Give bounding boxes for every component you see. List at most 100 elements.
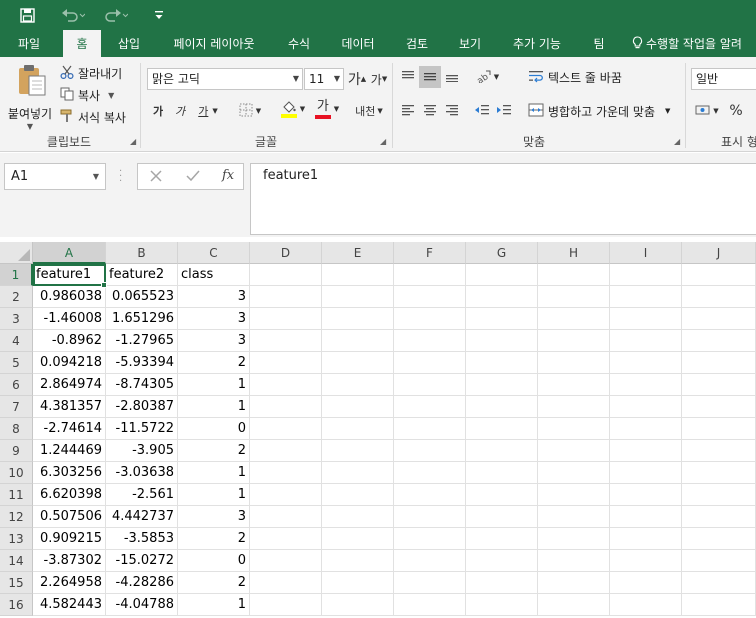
cell-a5[interactable]: 0.094218 [33, 352, 106, 374]
cancel-icon[interactable] [149, 169, 163, 186]
cell-b12[interactable]: 4.442737 [106, 506, 178, 528]
cell-h15[interactable] [538, 572, 610, 594]
align-top-button[interactable] [398, 66, 418, 88]
cell-j14[interactable] [682, 550, 756, 572]
cell-i15[interactable] [610, 572, 682, 594]
cell-d11[interactable] [250, 484, 322, 506]
tab-data[interactable]: 데이터 [330, 30, 386, 57]
cell-a2[interactable]: 0.986038 [33, 286, 106, 308]
cell-a13[interactable]: 0.909215 [33, 528, 106, 550]
phonetic-button[interactable]: 내천 ▼ [353, 100, 385, 122]
column-header-a[interactable]: A [33, 242, 106, 264]
cell-a15[interactable]: 2.264958 [33, 572, 106, 594]
cell-h4[interactable] [538, 330, 610, 352]
cell-i3[interactable] [610, 308, 682, 330]
cell-i5[interactable] [610, 352, 682, 374]
cell-b13[interactable]: -3.5853 [106, 528, 178, 550]
cell-a16[interactable]: 4.582443 [33, 594, 106, 616]
cell-g9[interactable] [466, 440, 538, 462]
row-header[interactable]: 5 [0, 352, 33, 374]
cell-e3[interactable] [322, 308, 394, 330]
paste-button[interactable]: 붙여넣기 ▼ [5, 63, 55, 131]
cell-b11[interactable]: -2.561 [106, 484, 178, 506]
cell-d6[interactable] [250, 374, 322, 396]
font-size-select[interactable]: 11 ▼ [304, 68, 344, 90]
row-header[interactable]: 11 [0, 484, 33, 506]
undo-icon[interactable] [60, 5, 86, 25]
cell-c11[interactable]: 1 [178, 484, 250, 506]
cell-d1[interactable] [250, 264, 322, 286]
cell-b15[interactable]: -4.28286 [106, 572, 178, 594]
cell-h9[interactable] [538, 440, 610, 462]
cell-i8[interactable] [610, 418, 682, 440]
cell-i11[interactable] [610, 484, 682, 506]
fill-color-button[interactable]: ▼ [278, 98, 308, 120]
cell-g13[interactable] [466, 528, 538, 550]
cell-j13[interactable] [682, 528, 756, 550]
cell-d9[interactable] [250, 440, 322, 462]
bold-button[interactable]: 가 [149, 100, 167, 122]
dialog-launcher-icon[interactable]: ◢ [130, 137, 140, 147]
cell-h13[interactable] [538, 528, 610, 550]
cell-c7[interactable]: 1 [178, 396, 250, 418]
cell-a3[interactable]: -1.46008 [33, 308, 106, 330]
column-header-i[interactable]: I [610, 242, 682, 264]
format-painter-button[interactable]: 서식 복사 [60, 107, 126, 127]
row-header[interactable]: 8 [0, 418, 33, 440]
italic-button[interactable]: 가 [171, 100, 189, 122]
enter-icon[interactable] [185, 169, 201, 186]
column-header-j[interactable]: J [682, 242, 756, 264]
cell-c13[interactable]: 2 [178, 528, 250, 550]
cell-g10[interactable] [466, 462, 538, 484]
cell-j8[interactable] [682, 418, 756, 440]
accounting-format-button[interactable]: ▼ [692, 100, 722, 122]
cell-c1[interactable]: class [178, 264, 250, 286]
cell-f9[interactable] [394, 440, 466, 462]
cell-d15[interactable] [250, 572, 322, 594]
tab-team[interactable]: 팀 [582, 30, 616, 57]
row-header[interactable]: 13 [0, 528, 33, 550]
tab-formulas[interactable]: 수식 [276, 30, 322, 57]
row-header[interactable]: 10 [0, 462, 33, 484]
cell-g14[interactable] [466, 550, 538, 572]
cell-i13[interactable] [610, 528, 682, 550]
cell-h16[interactable] [538, 594, 610, 616]
shrink-font-button[interactable]: 가 ▼ [370, 68, 388, 90]
cell-f6[interactable] [394, 374, 466, 396]
cell-f4[interactable] [394, 330, 466, 352]
decrease-indent-button[interactable] [472, 100, 492, 122]
merge-center-button[interactable]: 병합하고 가운데 맞춤 ▼ [528, 100, 670, 122]
underline-button[interactable]: 가 ▼ [193, 100, 223, 122]
cut-button[interactable]: 잘라내기 [60, 63, 122, 83]
cell-b14[interactable]: -15.0272 [106, 550, 178, 572]
cell-e7[interactable] [322, 396, 394, 418]
grow-font-button[interactable]: 가 ▲ [348, 68, 366, 90]
cell-g12[interactable] [466, 506, 538, 528]
cell-f8[interactable] [394, 418, 466, 440]
borders-button[interactable]: ▼ [233, 100, 267, 122]
cell-d2[interactable] [250, 286, 322, 308]
cell-b4[interactable]: -1.27965 [106, 330, 178, 352]
cell-f13[interactable] [394, 528, 466, 550]
cell-c5[interactable]: 2 [178, 352, 250, 374]
cell-g7[interactable] [466, 396, 538, 418]
cell-e8[interactable] [322, 418, 394, 440]
cell-e10[interactable] [322, 462, 394, 484]
row-header[interactable]: 9 [0, 440, 33, 462]
cell-i9[interactable] [610, 440, 682, 462]
cell-j15[interactable] [682, 572, 756, 594]
cell-d13[interactable] [250, 528, 322, 550]
cell-f11[interactable] [394, 484, 466, 506]
cell-f3[interactable] [394, 308, 466, 330]
cell-c10[interactable]: 1 [178, 462, 250, 484]
cell-j5[interactable] [682, 352, 756, 374]
cell-a8[interactable]: -2.74614 [33, 418, 106, 440]
cell-f15[interactable] [394, 572, 466, 594]
cell-d7[interactable] [250, 396, 322, 418]
cell-i16[interactable] [610, 594, 682, 616]
row-header[interactable]: 16 [0, 594, 33, 616]
cell-j4[interactable] [682, 330, 756, 352]
cell-e6[interactable] [322, 374, 394, 396]
copy-button[interactable]: 복사 ▼ [60, 85, 114, 105]
orientation-button[interactable]: ab ▼ [470, 66, 504, 88]
